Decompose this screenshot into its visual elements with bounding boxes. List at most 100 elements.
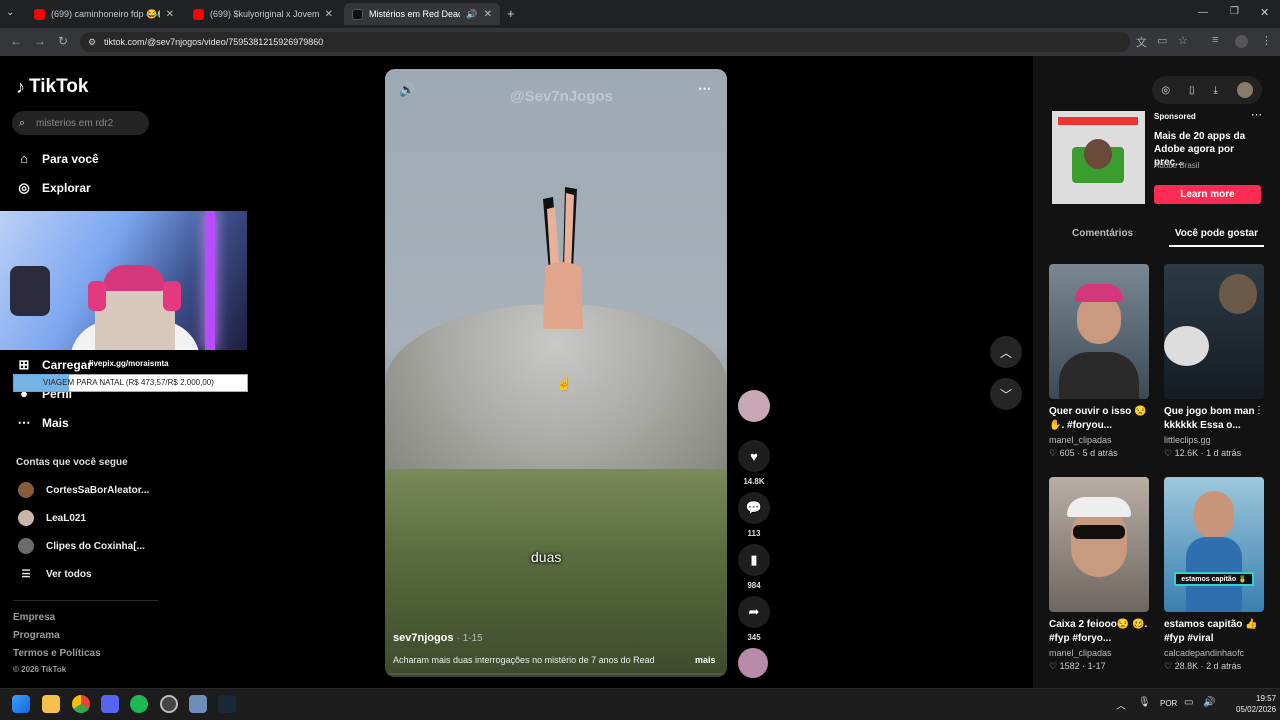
media-controls-icon[interactable]: ≡ — [1212, 34, 1218, 46]
comment-button[interactable]: 💬 113 — [738, 492, 770, 538]
speaker-prop — [10, 266, 50, 316]
volume-icon[interactable]: 🔊 — [399, 82, 415, 98]
spotify-icon[interactable] — [130, 695, 148, 713]
tab-voce-pode-gostar[interactable]: Você pode gostar — [1168, 228, 1264, 247]
browser-tab-3[interactable]: Mistérios em Red Dead Red 🔊 ✕ — [344, 3, 500, 25]
footer-programa[interactable]: Programa — [13, 630, 60, 641]
footer-termos[interactable]: Termos e Políticas — [13, 648, 101, 659]
bookmark-star-icon[interactable]: ☆ — [1178, 34, 1188, 47]
music-disc[interactable] — [738, 648, 770, 678]
suggested-video-card[interactable]: Quer ouvir o isso 😒✋. #foryou... manel_c… — [1049, 264, 1149, 459]
list-icon: ☰ — [21, 569, 31, 580]
video-grass — [385, 469, 727, 677]
video-more-icon[interactable]: ⋯ — [698, 81, 711, 97]
nav-mais[interactable]: ⋯ Mais — [16, 415, 69, 431]
following-item[interactable]: CortesSaBorAleator... — [18, 482, 149, 498]
translate-icon[interactable]: 文 — [1136, 34, 1147, 50]
ad-thumbnail[interactable] — [1052, 111, 1145, 204]
network-icon[interactable]: ▭ — [1184, 697, 1193, 708]
nav-carregar[interactable]: ⊞ Carregar — [16, 357, 92, 373]
headphone-right — [163, 281, 181, 311]
music-disc-icon — [738, 648, 768, 678]
system-clock[interactable]: 19:57 05/02/2026 — [1236, 693, 1276, 715]
search-input[interactable]: ⌕ misterios em rdr2 — [12, 111, 149, 135]
browser-menu-icon[interactable]: ⋮ — [1261, 34, 1272, 47]
profile-avatar[interactable] — [1235, 35, 1248, 48]
chevron-up-icon: ︿ — [999, 345, 1012, 360]
windows-start-icon[interactable] — [12, 695, 30, 713]
tiktok-icon — [352, 8, 363, 20]
mobile-icon[interactable]: ▯ — [1189, 85, 1195, 96]
cursor-icon: ☝ — [556, 376, 573, 391]
previous-video-button[interactable]: ︿ — [990, 336, 1022, 368]
following-heading: Contas que você segue — [16, 457, 128, 468]
volume-tray-icon[interactable]: 🔊 — [1203, 697, 1215, 708]
tiktok-logo[interactable]: ♪ TikTok — [16, 76, 88, 98]
steam-icon[interactable] — [218, 695, 236, 713]
share-button[interactable]: ➦ 345 — [738, 596, 770, 642]
close-tab-icon[interactable]: ✕ — [484, 9, 492, 20]
video-thumbnail — [1164, 264, 1264, 399]
following-item[interactable]: LeaL021 — [18, 510, 86, 526]
browser-tab-1[interactable]: (699) caminhoneiro fdp 😂😂 ✕ — [26, 3, 182, 25]
chrome-icon[interactable] — [72, 695, 90, 713]
video-author[interactable]: sev7njogos · 1-15 — [393, 632, 483, 644]
window-close-icon[interactable]: ✕ — [1260, 6, 1269, 19]
forward-icon[interactable]: → — [34, 34, 46, 48]
file-explorer-icon[interactable] — [42, 695, 60, 713]
compass-icon[interactable]: ◎ — [1161, 85, 1170, 96]
webcam-overlay — [0, 211, 247, 350]
led-strip — [205, 211, 215, 350]
sponsored-label: Sponsored — [1154, 112, 1196, 121]
see-all-link[interactable]: ☰ Ver todos — [18, 569, 92, 580]
avatar — [18, 538, 34, 554]
nav-para-voce[interactable]: ⌂ Para você — [16, 151, 99, 166]
ad-more-icon[interactable]: ⋯ — [1251, 108, 1262, 121]
following-item[interactable]: Clipes do Coxinha[... — [18, 538, 145, 554]
microphone-icon[interactable]: 🎙 — [1138, 697, 1151, 708]
next-video-button[interactable]: ﹀ — [990, 378, 1022, 410]
download-icon[interactable]: ⤓ — [1213, 85, 1217, 96]
footer-empresa[interactable]: Empresa — [13, 612, 55, 623]
avatar — [18, 482, 34, 498]
url-field[interactable]: ⚙ tiktok.com/@sev7njogos/video/759538121… — [80, 32, 1130, 52]
video-progress-bar[interactable] — [385, 673, 727, 675]
minimize-icon[interactable]: — — [1198, 7, 1208, 18]
app-icon[interactable] — [160, 695, 178, 713]
save-button[interactable]: ▮ 984 — [738, 544, 770, 590]
tray-chevron-icon[interactable]: ︿ — [1116, 697, 1126, 712]
nav-explorar[interactable]: ◎ Explorar — [16, 180, 90, 196]
creator-avatar[interactable] — [738, 390, 770, 422]
cast-icon[interactable]: ▭ — [1157, 34, 1167, 47]
suggested-video-card[interactable]: Que jogo bom man kkkkkk Essa o... little… — [1164, 264, 1264, 459]
site-info-icon[interactable]: ⚙ — [88, 37, 96, 48]
maximize-icon[interactable]: ❐ — [1230, 6, 1239, 17]
discord-icon[interactable] — [101, 695, 119, 713]
new-tab-button[interactable]: + — [507, 6, 515, 21]
video-description: Acharam mais duas interrogações no misté… — [393, 655, 655, 665]
description-more-link[interactable]: mais — [695, 655, 716, 665]
learn-more-button[interactable]: Learn more — [1154, 185, 1261, 204]
thumbnail-caption: estamos capitão 🍍 — [1174, 572, 1254, 586]
suggested-video-card[interactable]: estamos capitão 🍍 estamos capitão 👍 #fyp… — [1164, 477, 1264, 672]
video-player[interactable]: @Sev7nJogos 🔊 ⋯ ☝ duas sev7njogos · 1-15… — [385, 69, 727, 677]
comment-icon: 💬 — [738, 492, 770, 524]
reload-icon[interactable]: ↻ — [58, 34, 68, 48]
upload-icon: ⊞ — [18, 357, 30, 372]
avatar[interactable] — [1236, 82, 1253, 98]
like-button[interactable]: ♥ 14.8K — [738, 440, 770, 486]
browser-tab-2[interactable]: (699) $kulyoriginal x JovemF x ✕ — [185, 3, 341, 25]
close-tab-icon[interactable]: ✕ — [166, 9, 174, 20]
suggested-video-card[interactable]: Caixa 2 feiooo😒 🥴. #fyp #foryo... manel_… — [1049, 477, 1149, 672]
settings-icon[interactable] — [189, 695, 207, 713]
search-icon: ⌕ — [19, 116, 26, 129]
card-more-icon[interactable]: ⋮ — [1254, 405, 1264, 416]
speaker-icon: 🔊 — [466, 8, 478, 19]
close-tab-icon[interactable]: ✕ — [325, 9, 333, 20]
tab-search-button[interactable]: ⌄ — [6, 7, 14, 18]
right-tabs: Comentários Você pode gostar — [1050, 228, 1264, 247]
language-indicator[interactable]: POR — [1160, 699, 1177, 708]
tab-comentarios[interactable]: Comentários — [1066, 228, 1139, 247]
back-icon[interactable]: ← — [10, 34, 22, 48]
headphone-left — [88, 281, 106, 311]
